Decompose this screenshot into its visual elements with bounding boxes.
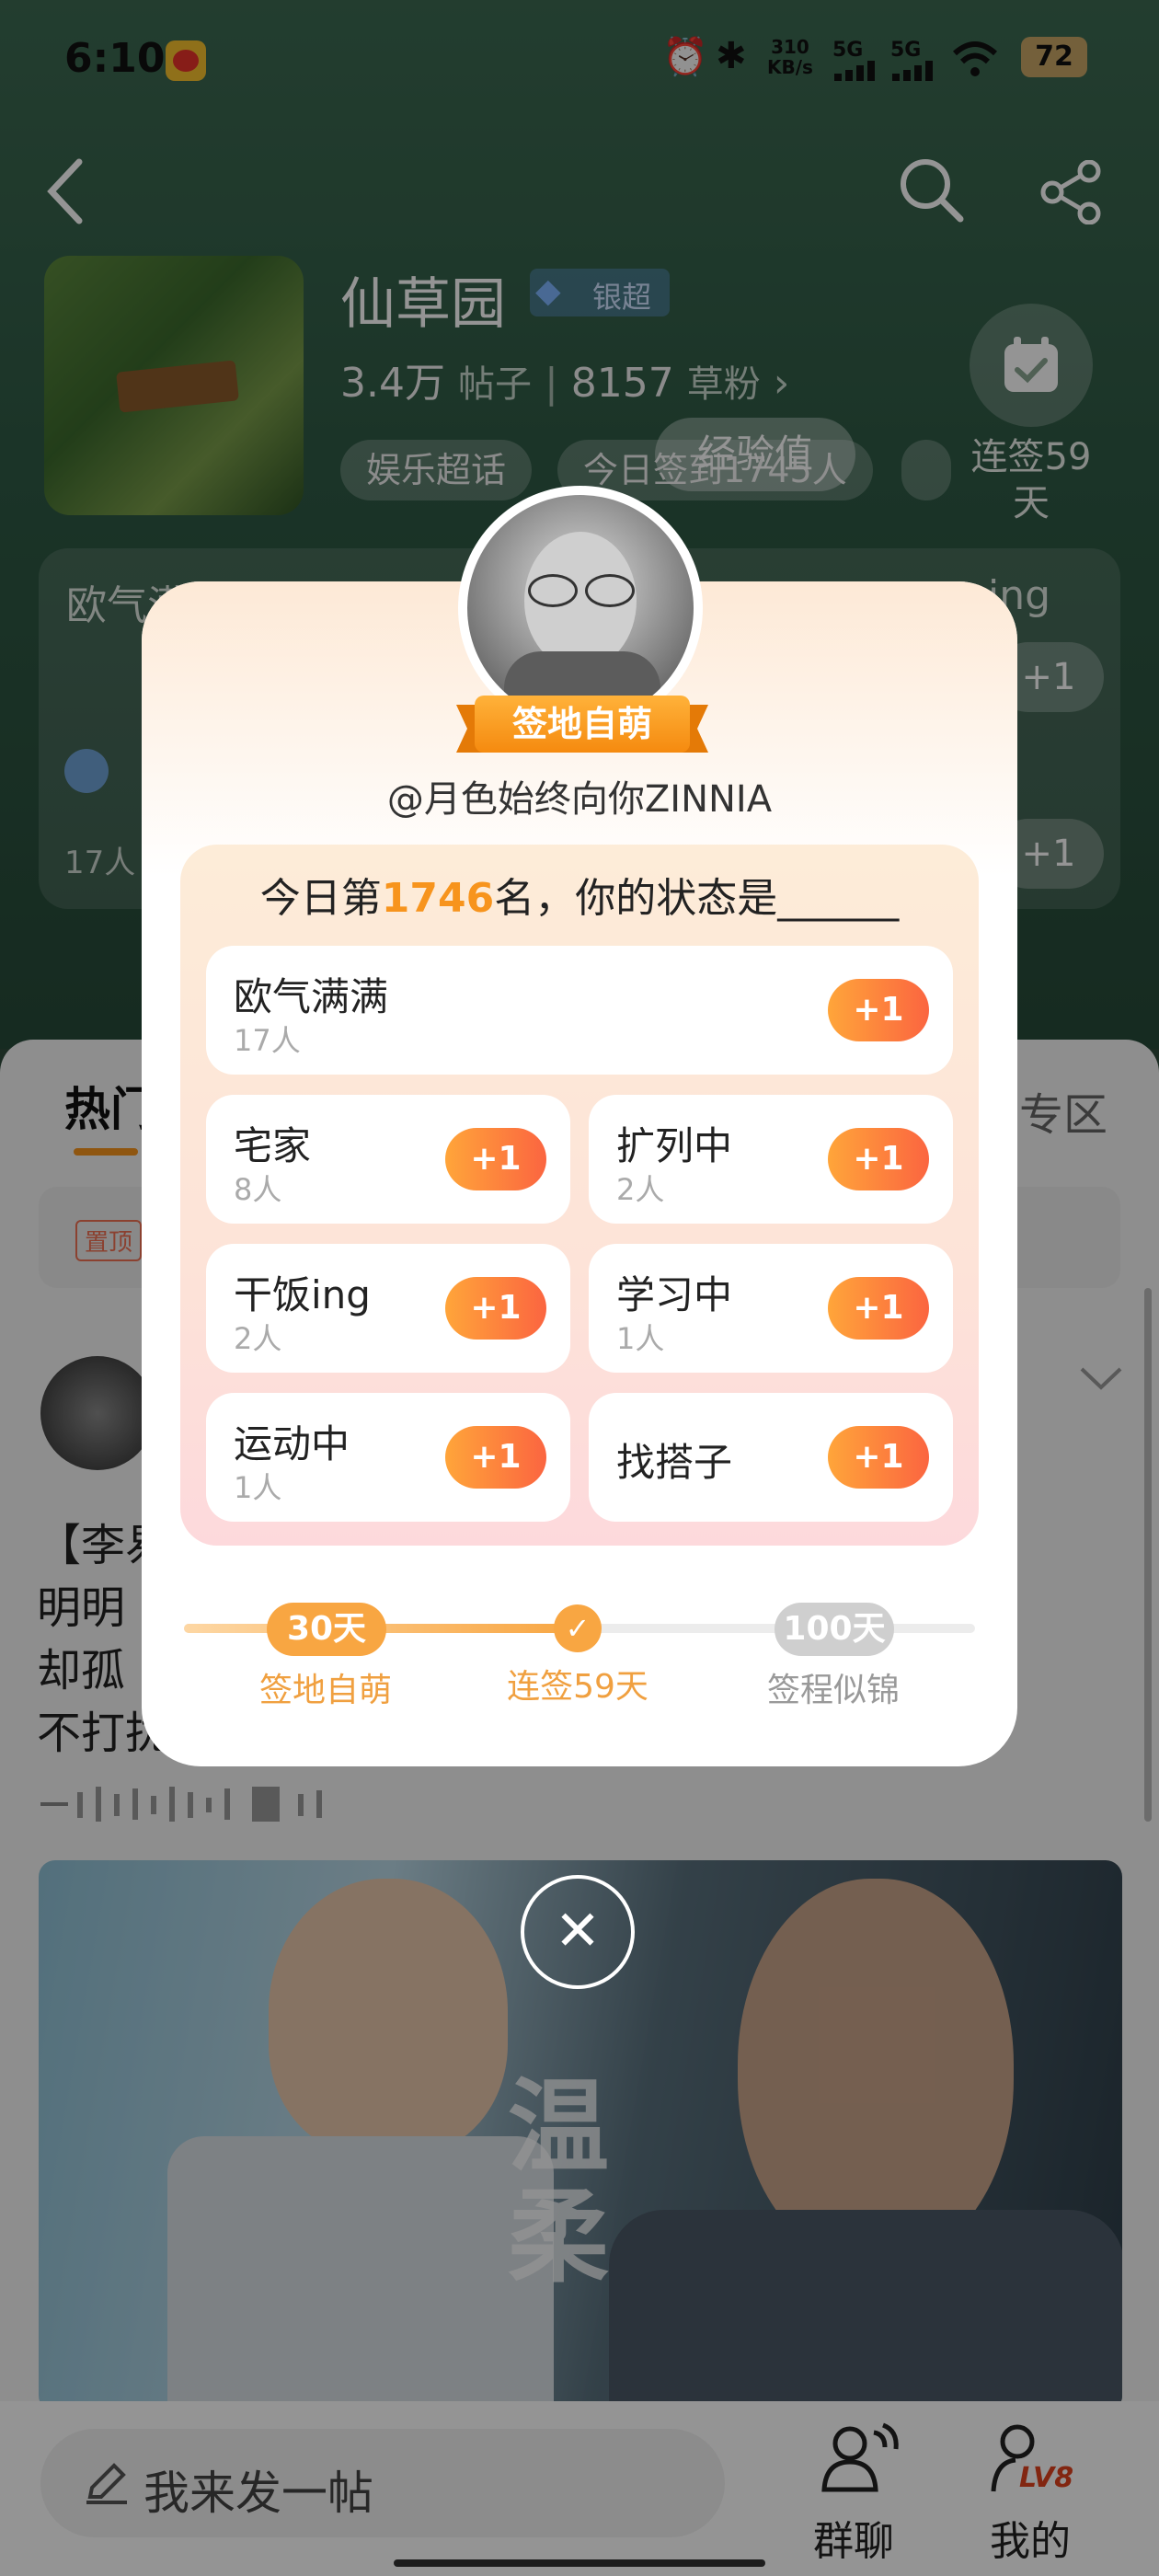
username: @月色始终向你ZINNIA [386,778,773,821]
plus-one-button[interactable]: +1 [828,979,929,1041]
user-avatar [467,495,694,721]
rank-prompt: 今日第1746名，你的状态是______ [259,875,900,922]
status-option-zhaodazi[interactable]: 找搭子 +1 [589,1393,953,1522]
plus-one-button[interactable]: +1 [445,1426,546,1489]
plus-one-button[interactable]: +1 [445,1277,546,1340]
plus-one-button[interactable]: +1 [445,1128,546,1190]
rank-number: 1746 [381,875,495,922]
milestone-badge-30: 30天 [267,1603,386,1656]
milestone-label-current: 连签59天 [507,1668,648,1706]
checkin-title-ribbon: 签地自萌 [456,692,708,758]
status-option-ganfan[interactable]: 干饭ing 2人 +1 [206,1244,570,1373]
status-option-kuolie[interactable]: 扩列中 2人 +1 [589,1095,953,1224]
plus-one-button[interactable]: +1 [828,1277,929,1340]
plus-one-button[interactable]: +1 [828,1128,929,1190]
status-option-yundong[interactable]: 运动中 1人 +1 [206,1393,570,1522]
checkmark-icon: ✓ [554,1604,602,1652]
close-icon[interactable]: ✕ [521,1875,635,1989]
status-option-xuexi[interactable]: 学习中 1人 +1 [589,1244,953,1373]
milestone-badge-100: 100天 [775,1603,894,1656]
milestone-label-100: 签程似锦 [766,1672,900,1709]
status-option-ouqi[interactable]: 欧气满满 17人 +1 [206,946,953,1075]
plus-one-button[interactable]: +1 [828,1426,929,1489]
status-option-zhaijia[interactable]: 宅家 8人 +1 [206,1095,570,1224]
milestone-label-30: 签地自萌 [258,1672,392,1709]
